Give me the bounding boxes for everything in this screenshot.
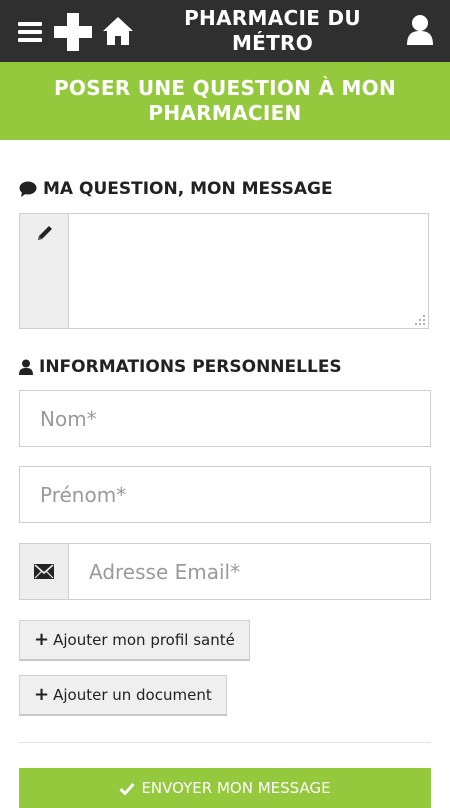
top-navigation-bar: PHARMACIE DU MÉTRO (0, 0, 450, 62)
add-health-profile-label: Ajouter mon profil santé (53, 631, 235, 649)
pharmacy-cross-icon[interactable] (54, 13, 92, 51)
user-icon[interactable] (406, 14, 434, 46)
page-banner: POSER UNE QUESTION À MON PHARMACIEN (0, 62, 450, 140)
email-addon (20, 544, 69, 599)
add-document-button[interactable]: + Ajouter un document (19, 675, 227, 716)
email-input[interactable] (69, 544, 430, 599)
message-textarea[interactable] (69, 214, 428, 328)
nom-field (19, 390, 431, 447)
message-textarea-group (19, 213, 429, 329)
question-section-label: MA QUESTION, MON MESSAGE (43, 179, 333, 199)
check-icon (119, 782, 136, 795)
personal-section-label: INFORMATIONS PERSONNELLES (39, 357, 342, 377)
home-icon[interactable] (102, 16, 134, 46)
personal-section-title: INFORMATIONS PERSONNELLES (19, 357, 342, 377)
plus-icon: + (34, 629, 50, 650)
textarea-addon (20, 214, 69, 328)
question-section-title: MA QUESTION, MON MESSAGE (19, 179, 333, 199)
pencil-icon (38, 226, 52, 240)
send-message-label: ENVOYER MON MESSAGE (141, 779, 331, 797)
nom-input[interactable] (20, 391, 430, 446)
user-icon (19, 359, 33, 375)
menu-icon[interactable] (18, 22, 42, 42)
add-health-profile-button[interactable]: + Ajouter mon profil santé (19, 620, 250, 661)
envelope-icon (34, 564, 54, 579)
plus-icon: + (34, 684, 50, 705)
add-document-label: Ajouter un document (53, 686, 212, 704)
send-message-button[interactable]: ENVOYER MON MESSAGE (19, 768, 431, 808)
comment-icon (19, 181, 37, 197)
prenom-input[interactable] (20, 467, 430, 522)
prenom-field (19, 466, 431, 523)
banner-text: POSER UNE QUESTION À MON PHARMACIEN (53, 76, 397, 125)
form-divider (19, 742, 431, 743)
resize-grip-icon[interactable] (415, 315, 425, 325)
email-field (19, 543, 431, 600)
app-title: PHARMACIE DU MÉTRO (184, 6, 361, 55)
